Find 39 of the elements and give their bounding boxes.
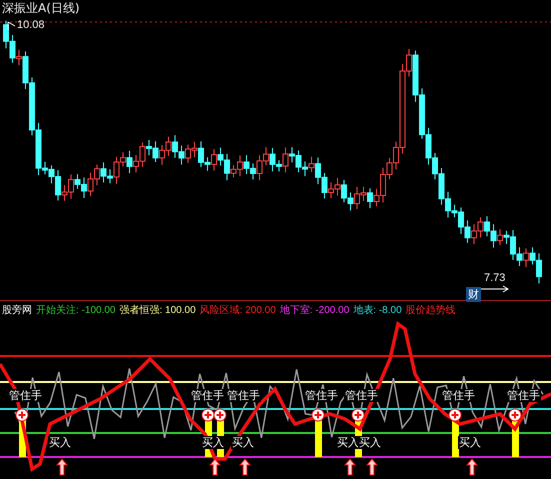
finance-badge[interactable]: 财	[466, 287, 481, 302]
up-arrow-icon	[208, 458, 222, 476]
up-arrow-icon	[56, 458, 68, 476]
plus-marker-icon	[202, 408, 214, 422]
hold-signal-label: 管住手	[304, 389, 339, 402]
legend-item: 地表: -8.00	[353, 304, 402, 317]
legend-item: 股价趋势线	[406, 304, 456, 317]
hold-signal-label: 管住手	[226, 389, 261, 402]
pointer-arrow-icon	[8, 22, 16, 30]
up-arrow-icon	[238, 458, 252, 476]
buy-signal-label: 买入	[358, 436, 382, 449]
plus-marker-icon	[508, 408, 522, 422]
hold-signal-label: 管住手	[441, 389, 476, 402]
buy-signal-label: 买入	[231, 436, 255, 449]
hold-signal-label: 管住手	[190, 389, 225, 402]
up-arrow-icon	[466, 458, 478, 476]
signal-bar	[315, 419, 322, 457]
hold-signal-label: 管住手	[506, 389, 541, 402]
buy-signal-label: 买入	[458, 436, 482, 449]
plus-marker-icon	[16, 408, 28, 422]
plus-marker-icon	[352, 408, 364, 422]
legend-item: 股旁网	[2, 304, 32, 317]
buy-signal-label: 买入	[48, 436, 72, 449]
legend-item: 地下室: -200.00	[280, 304, 350, 317]
plus-marker-icon	[214, 408, 226, 422]
legend-item: 强者恒强: 100.00	[119, 304, 196, 317]
hold-signal-label: 管住手	[8, 389, 43, 402]
plus-marker-icon	[312, 408, 324, 422]
buy-signal-label: 买入	[336, 436, 360, 449]
up-arrow-icon	[344, 458, 356, 476]
hold-signal-label: 管住手	[344, 389, 379, 402]
chart-title: 深振业A(日线)	[2, 0, 80, 17]
legend-item: 风险区域: 200.00	[200, 304, 276, 317]
low-price-label: 7.73	[484, 272, 506, 284]
high-price-label: 10.08	[17, 19, 45, 31]
plus-marker-icon	[448, 408, 462, 422]
up-arrow-icon	[366, 458, 378, 476]
buy-signal-label: 买入	[201, 436, 225, 449]
legend-item: 开始关注: -100.00	[36, 304, 116, 317]
